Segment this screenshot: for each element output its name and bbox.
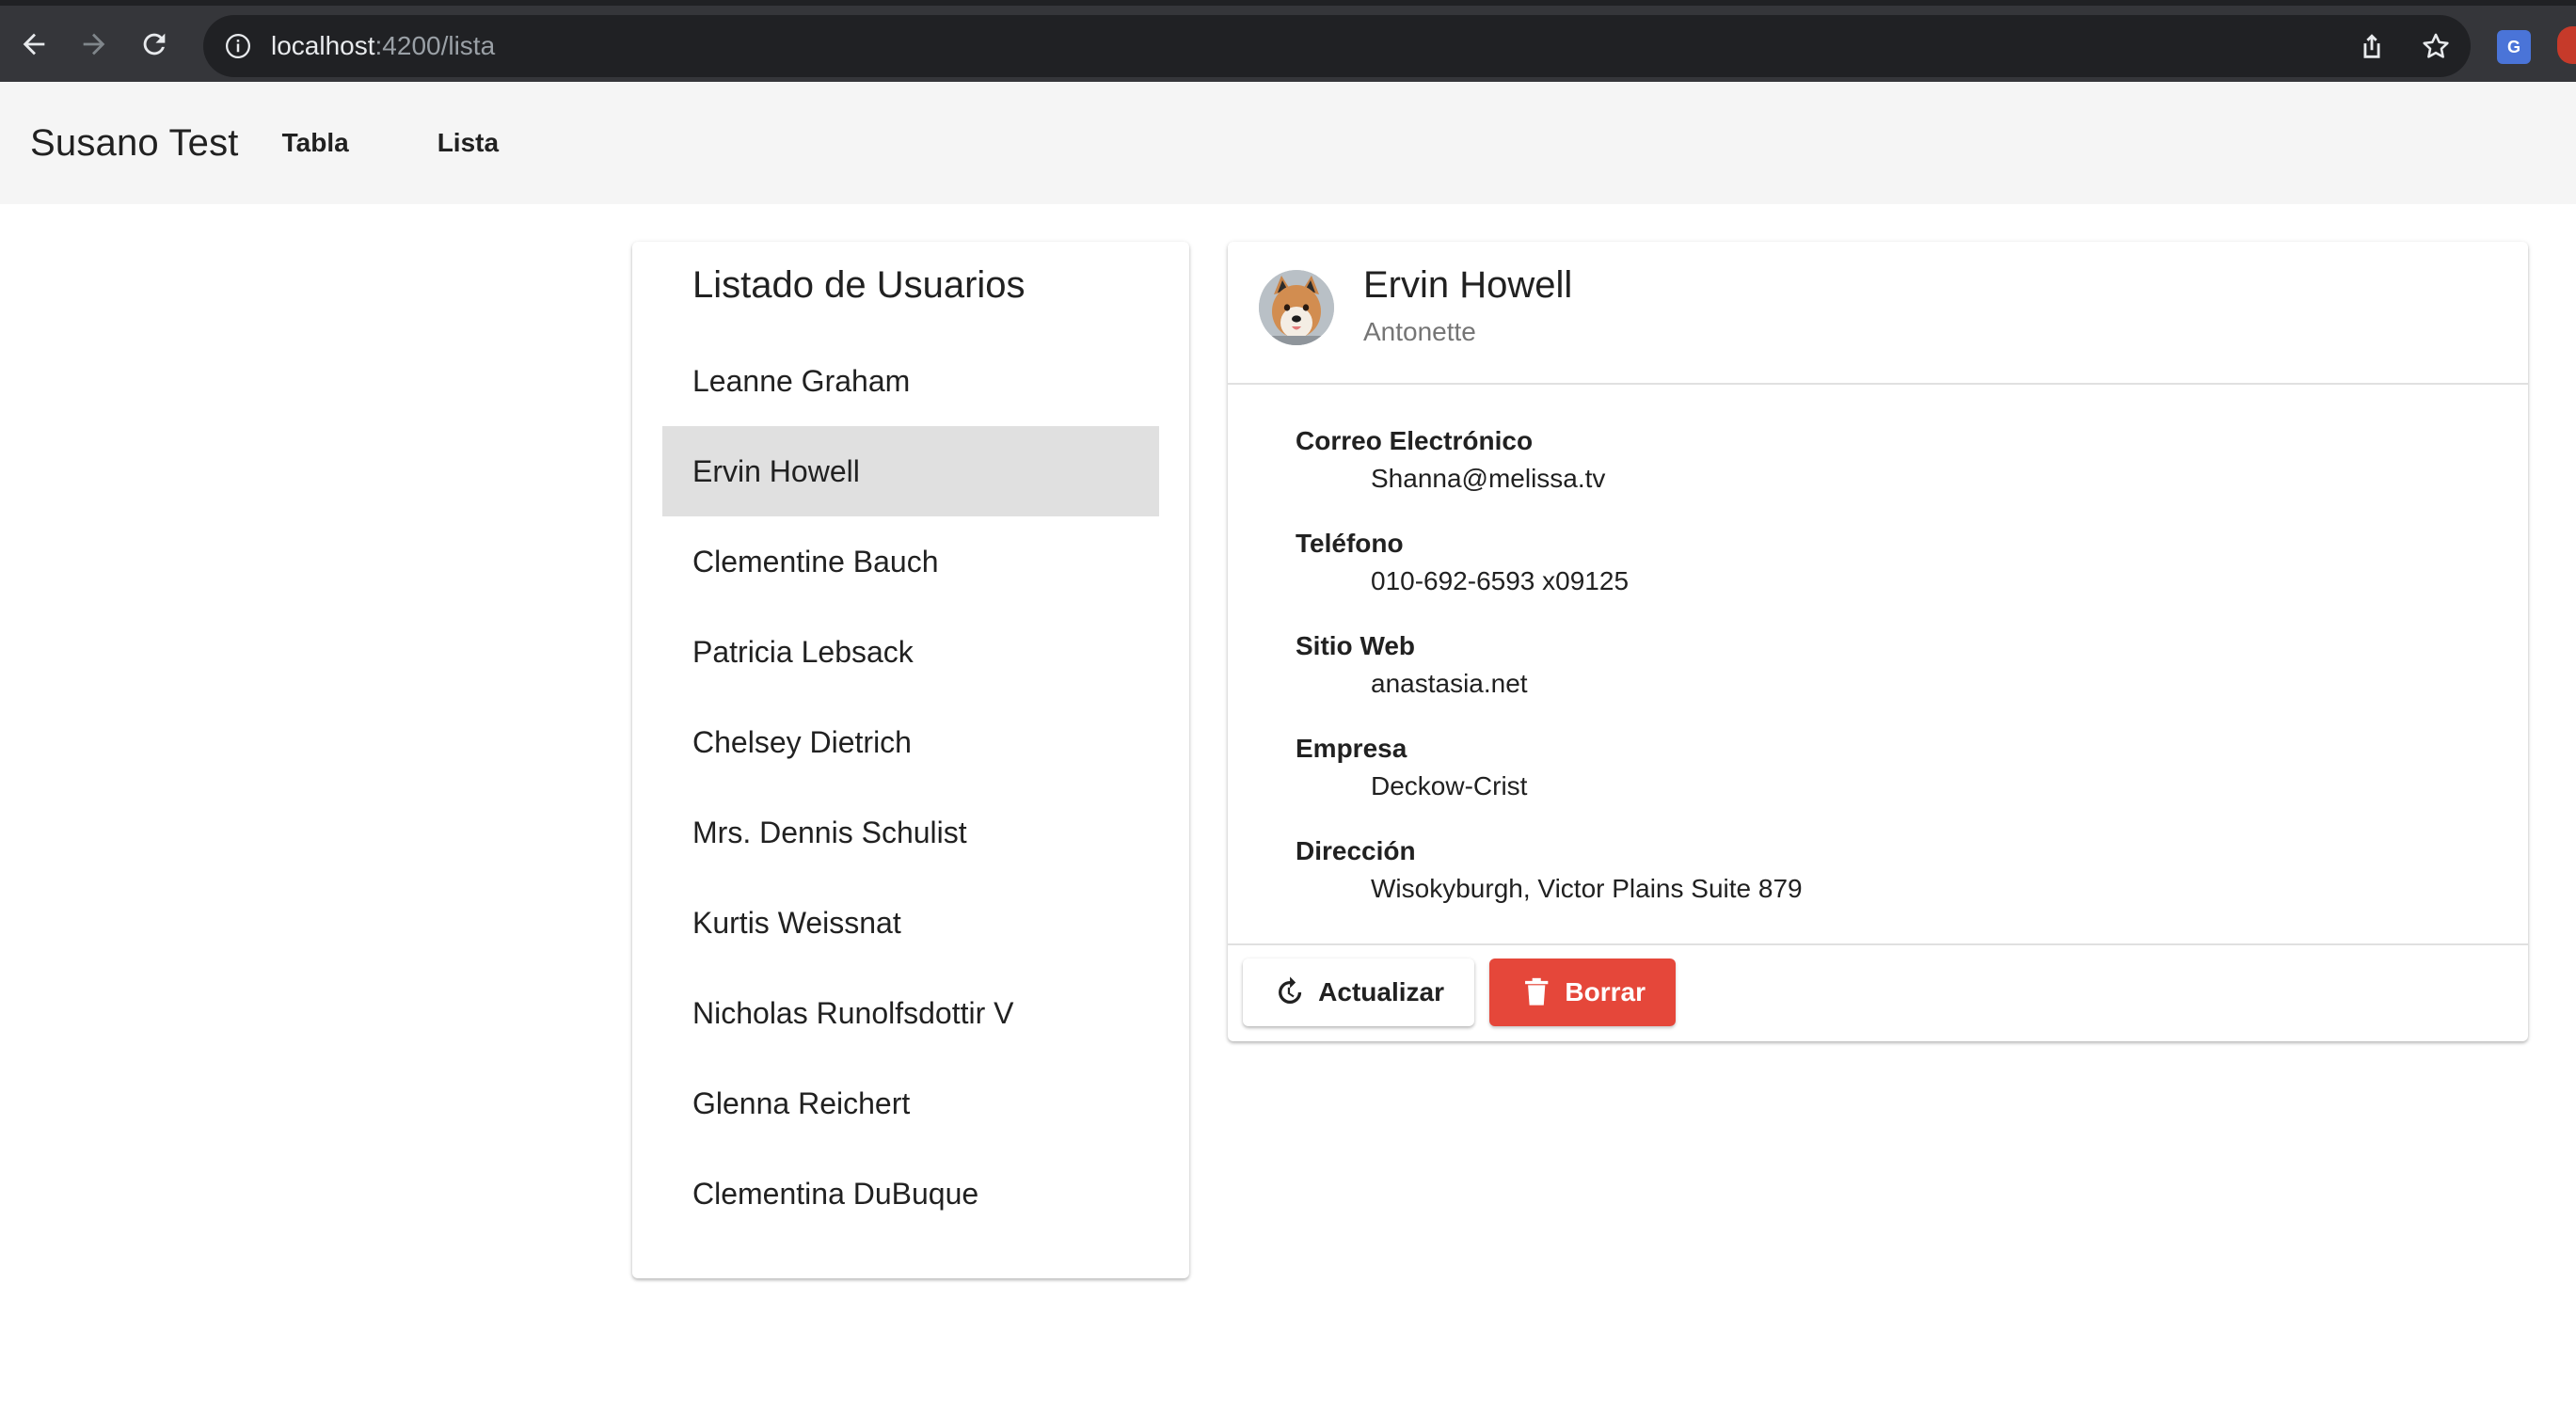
header-divider [1228, 383, 2528, 385]
extension-icon[interactable] [2557, 26, 2576, 64]
url-host: localhost [271, 31, 375, 60]
app-title: Susano Test [30, 121, 239, 164]
nav-link-lista[interactable]: Lista [409, 111, 527, 175]
list-item[interactable]: Chelsey Dietrich [662, 697, 1159, 787]
detail-field: Teléfono 010-692-6593 x09125 [1296, 525, 1803, 627]
list-item[interactable]: Nicholas Runolfsdottir V [662, 968, 1159, 1058]
url-path: :4200/lista [374, 31, 496, 60]
list-item[interactable]: Clementine Bauch [662, 516, 1159, 607]
field-label: Sitio Web [1296, 631, 1416, 660]
back-button[interactable] [8, 18, 60, 71]
list-item[interactable]: Mrs. Dennis Schulist [662, 787, 1159, 878]
action-bar: Actualizar Borrar [1243, 959, 1676, 1026]
list-title: Listado de Usuarios [692, 264, 1026, 306]
translate-glyph: G [2506, 37, 2520, 56]
info-icon [226, 34, 250, 58]
field-value: Wisokyburgh, Victor Plains Suite 879 [1371, 874, 1803, 903]
share-icon[interactable] [2356, 30, 2388, 62]
field-label: Dirección [1296, 836, 1416, 865]
update-button[interactable]: Actualizar [1243, 959, 1474, 1026]
detail-field: Empresa Deckow-Crist [1296, 730, 1803, 832]
list-item[interactable]: Clementina DuBuque [662, 1149, 1159, 1239]
field-label: Correo Electrónico [1296, 426, 1534, 455]
field-label: Empresa [1296, 734, 1407, 763]
field-value: Shanna@melissa.tv [1371, 464, 1606, 493]
refresh-icon [1279, 976, 1302, 1005]
actions-divider [1228, 943, 2528, 945]
detail-field: Dirección Wisokyburgh, Victor Plains Suit… [1296, 832, 1803, 935]
browser-chrome: localhost:4200/lista G [0, 0, 2576, 82]
detail-name: Ervin Howell [1363, 264, 1573, 306]
url-text: localhost:4200/lista [271, 31, 495, 61]
forward-button[interactable] [68, 18, 120, 71]
delete-button-label: Borrar [1565, 977, 1646, 1006]
reload-icon [143, 33, 166, 55]
address-bar[interactable]: localhost:4200/lista [203, 15, 2471, 77]
translate-extension-icon[interactable]: G [2497, 30, 2531, 64]
user-detail-card: Ervin Howell Antonette Correo Electrónic… [1228, 242, 2528, 1041]
field-value: Deckow-Crist [1371, 771, 1528, 800]
detail-field: Sitio Web anastasia.net [1296, 627, 1803, 730]
list-item[interactable]: Patricia Lebsack [662, 607, 1159, 697]
detail-fields: Correo Electrónico Shanna@melissa.tv Teléf… [1296, 422, 1803, 935]
app-toolbar: Susano Test Tabla Lista [0, 82, 2576, 204]
detail-username: Antonette [1363, 317, 1476, 346]
nav-link-tabla[interactable]: Tabla [254, 111, 377, 175]
delete-button[interactable]: Borrar [1489, 959, 1676, 1026]
field-label: Teléfono [1296, 529, 1404, 558]
arrow-right-icon [83, 33, 105, 55]
list-item[interactable]: Glenna Reichert [662, 1058, 1159, 1149]
update-button-label: Actualizar [1318, 977, 1444, 1006]
star-icon[interactable] [2420, 30, 2452, 62]
detail-field: Correo Electrónico Shanna@melissa.tv [1296, 422, 1803, 525]
user-list: Leanne Graham Ervin Howell Clementine Bauc… [662, 336, 1159, 1239]
avatar [1259, 270, 1334, 345]
user-list-card: Listado de Usuarios Leanne Graham Ervin H… [632, 242, 1189, 1278]
field-value: 010-692-6593 x09125 [1371, 566, 1630, 595]
list-item[interactable]: Kurtis Weissnat [662, 878, 1159, 968]
field-value: anastasia.net [1371, 669, 1528, 698]
arrow-left-icon [23, 33, 45, 55]
trash-icon [1525, 977, 1549, 1006]
reload-button[interactable] [128, 18, 181, 71]
dog-avatar-icon [1259, 270, 1334, 345]
list-item[interactable]: Leanne Graham [662, 336, 1159, 426]
list-item[interactable]: Ervin Howell [662, 426, 1159, 516]
